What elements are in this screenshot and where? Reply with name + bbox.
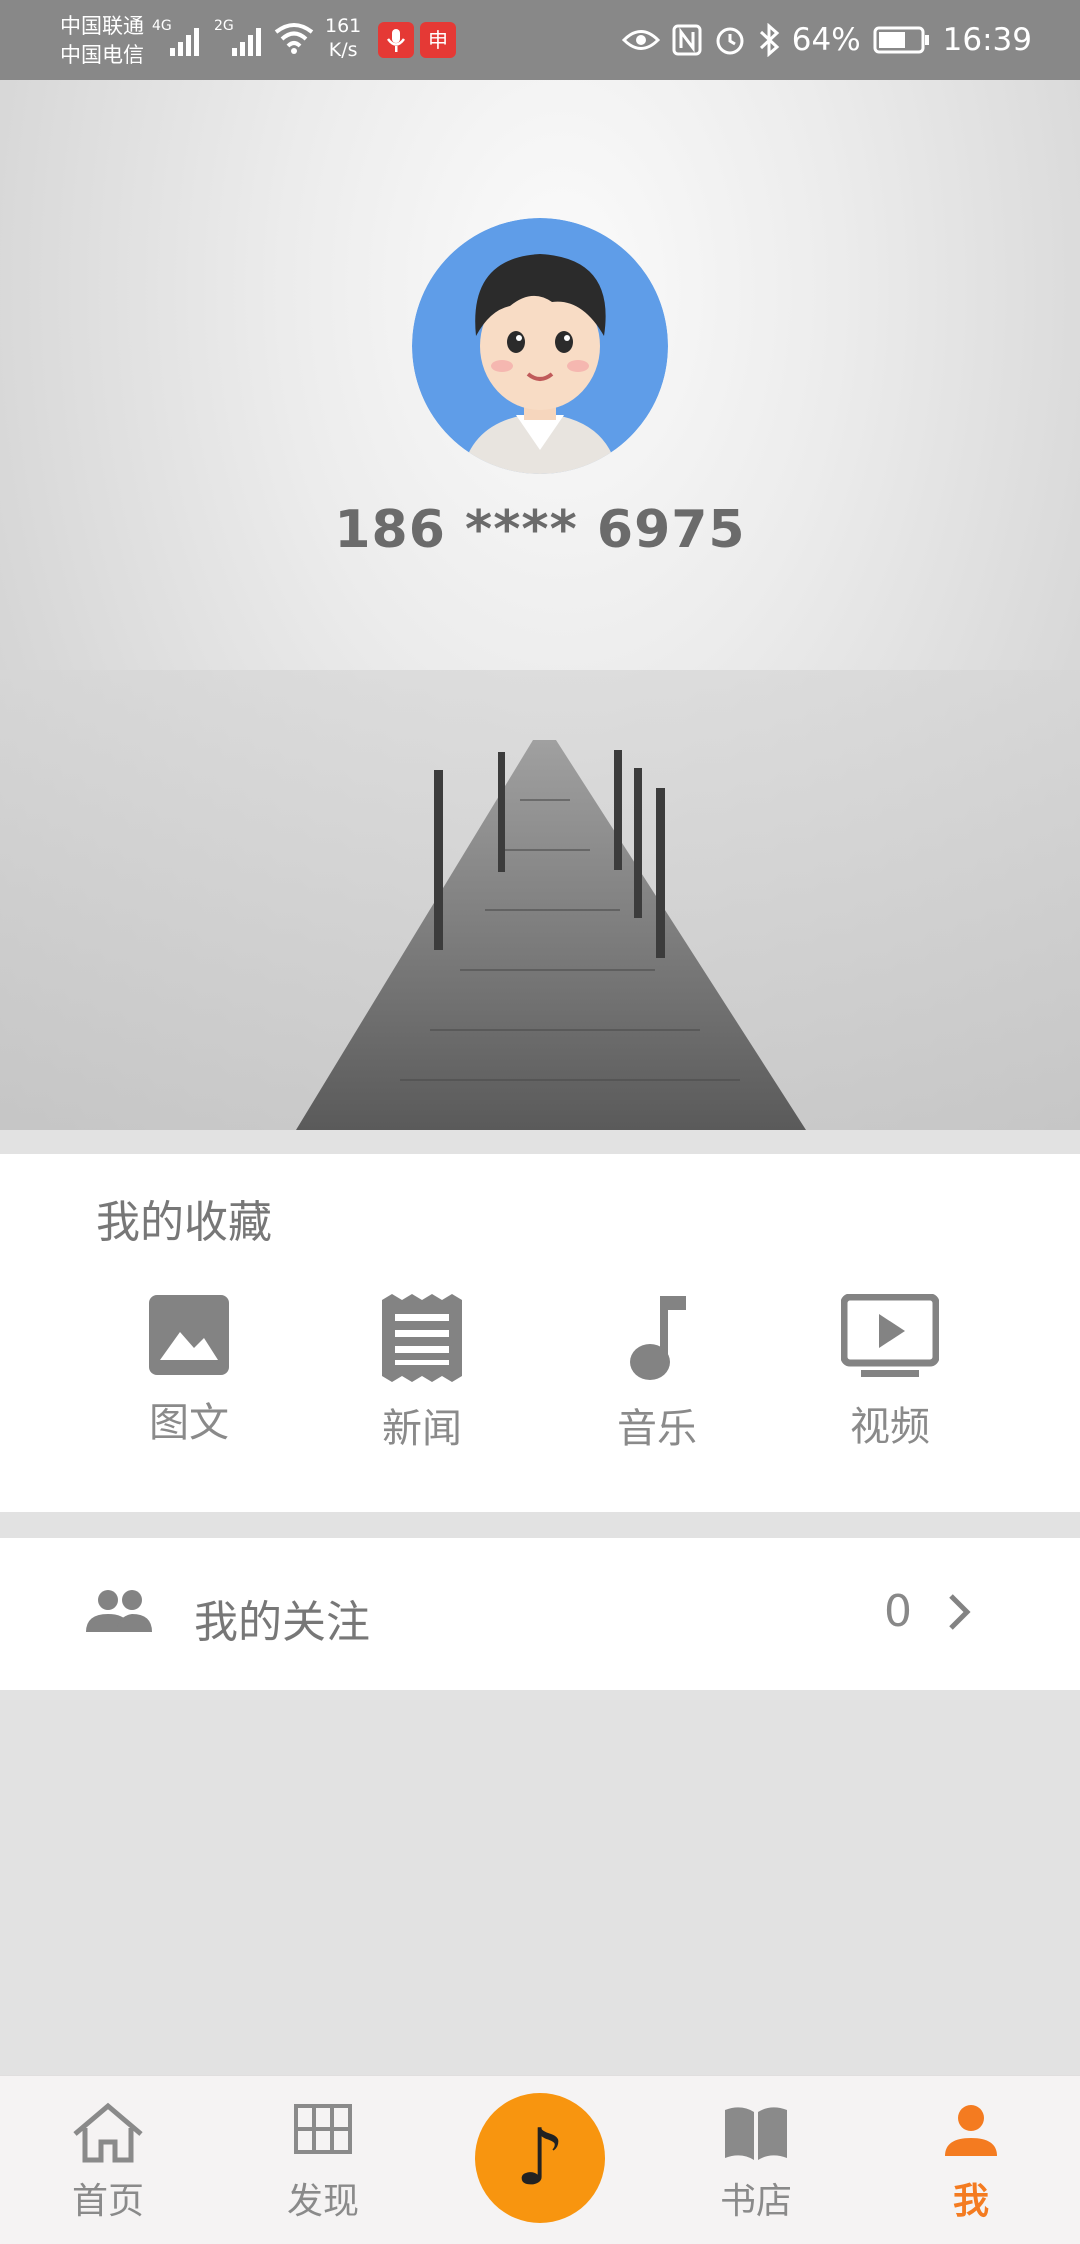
favorite-item-news[interactable]: 新闻	[332, 1294, 512, 1454]
battery-percent: 64%	[791, 22, 861, 58]
grid-icon	[294, 2104, 352, 2154]
status-right: 64% 16:39	[621, 0, 1032, 80]
follow-label: 我的关注	[194, 1597, 370, 1648]
wifi-icon	[274, 23, 314, 54]
nav-me[interactable]: 我	[901, 2102, 1041, 2224]
nav-label: 我	[952, 2181, 989, 2222]
people-icon	[86, 1590, 152, 1632]
alarm-icon	[716, 27, 744, 55]
nav-label: 首页	[71, 2181, 144, 2222]
home-icon	[73, 2102, 143, 2163]
chevron-right-icon	[949, 1594, 971, 1630]
nav-discover[interactable]: 发现	[253, 2102, 393, 2224]
nfc-icon	[672, 24, 702, 56]
net-speed: 161 K/s	[325, 14, 361, 62]
nav-label: 发现	[286, 2181, 359, 2222]
clock: 16:39	[942, 22, 1032, 58]
nav-bookstore[interactable]: 书店	[686, 2102, 826, 2224]
book-icon	[725, 2107, 787, 2160]
image-icon	[149, 1295, 229, 1375]
eye-icon	[621, 30, 660, 50]
favorite-label: 新闻	[382, 1406, 462, 1452]
my-follow-row[interactable]: 我的关注 0	[0, 1538, 1080, 1690]
avatar[interactable]	[412, 218, 668, 474]
net-speed-unit: K/s	[328, 39, 358, 61]
news-icon	[382, 1294, 462, 1382]
favorite-label: 音乐	[617, 1406, 697, 1452]
status-bar: 中国联通 中国电信 4G 2G 161 K/s 申 64% 16:39	[0, 0, 1080, 80]
signal-icon	[232, 28, 261, 56]
phone-number: 186 **** 6975	[334, 500, 746, 560]
music-note-icon	[630, 1296, 686, 1380]
profile-header: 186 **** 6975	[0, 80, 1080, 1130]
favorites-title: 我的收藏	[96, 1197, 272, 1248]
app-badge: 申	[420, 22, 456, 58]
nav-music-button[interactable]: ♪	[475, 2093, 605, 2223]
bluetooth-icon	[759, 23, 779, 57]
favorite-item-music[interactable]: 音乐	[567, 1294, 747, 1454]
favorites-card: 我的收藏 图文 新闻 音乐 视频	[0, 1154, 1080, 1512]
person-icon	[945, 2105, 997, 2156]
favorite-item-image-text[interactable]: 图文	[99, 1294, 279, 1448]
net-type-2: 2G	[214, 18, 234, 34]
favorite-item-video[interactable]: 视频	[800, 1294, 980, 1452]
music-note-icon: ♪	[515, 2113, 565, 2203]
carrier-2: 中国电信	[60, 43, 144, 67]
avatar-illustration	[412, 218, 668, 474]
net-speed-value: 161	[325, 15, 362, 37]
app-root: 中国联通 中国电信 4G 2G 161 K/s 申 64% 16:39 186 …	[0, 0, 1080, 2244]
favorite-label: 视频	[850, 1404, 930, 1450]
battery-icon	[873, 26, 929, 54]
carrier-1: 中国联通	[60, 14, 144, 38]
follow-count: 0	[884, 1586, 912, 1637]
signal-icon	[170, 28, 199, 56]
net-type-1: 4G	[152, 18, 172, 34]
video-icon	[841, 1294, 939, 1377]
favorite-label: 图文	[149, 1400, 229, 1446]
mic-icon	[378, 22, 414, 58]
nav-label: 书店	[719, 2181, 792, 2222]
nav-home[interactable]: 首页	[38, 2102, 178, 2224]
carrier-block: 中国联通 中国电信	[60, 12, 144, 70]
